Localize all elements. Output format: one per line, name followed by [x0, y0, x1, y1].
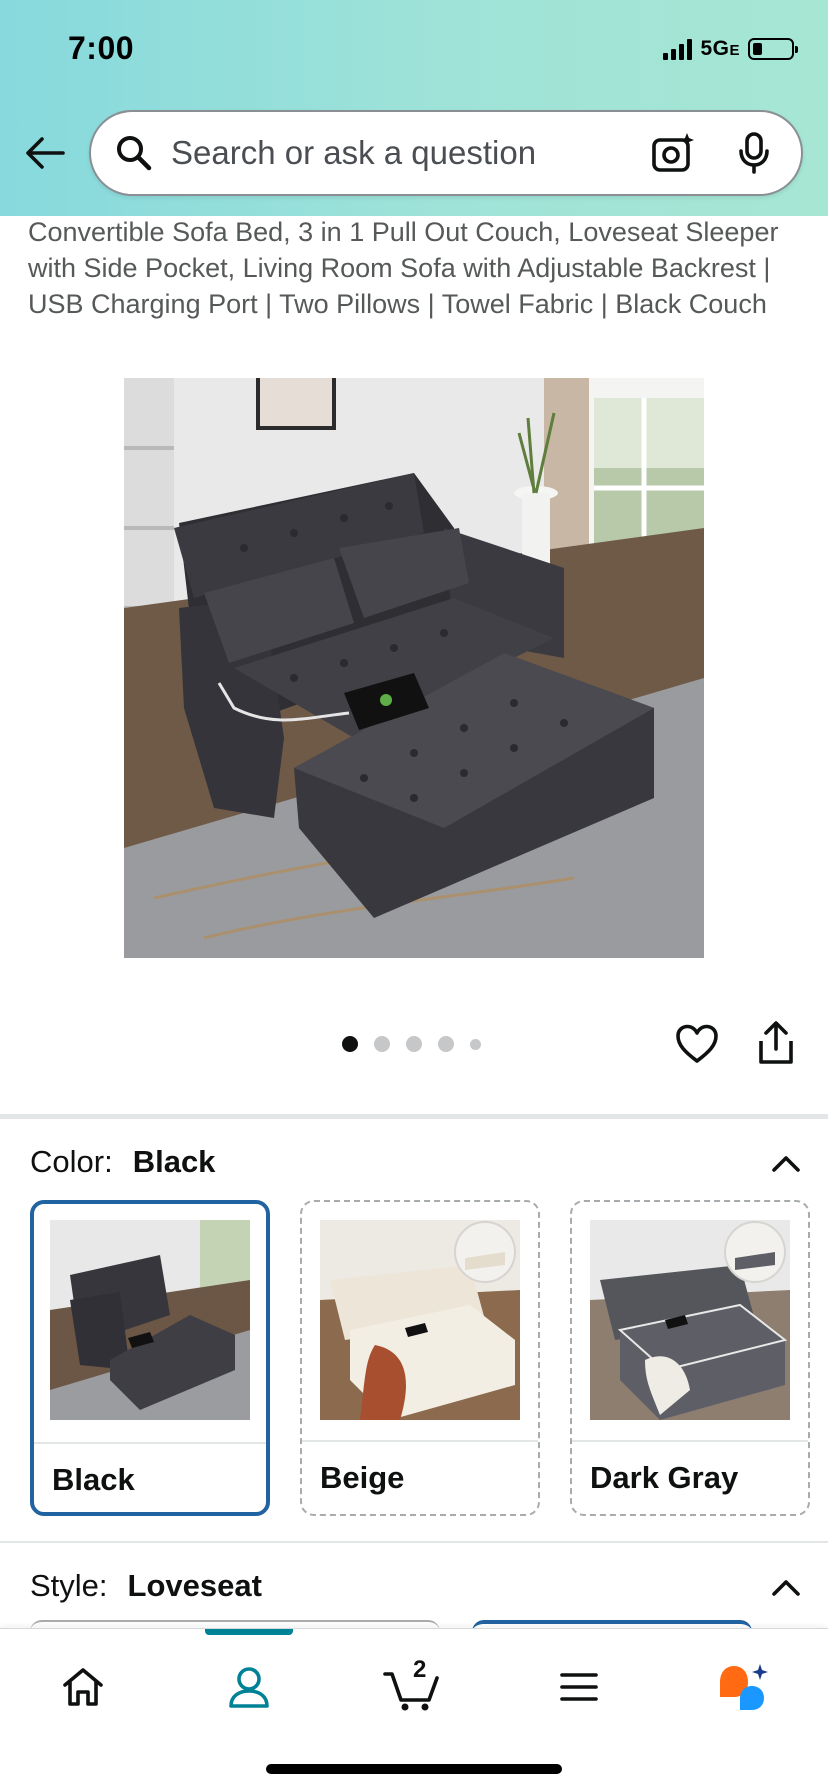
- chevron-up-icon: [772, 1580, 800, 1596]
- back-arrow-icon: [26, 137, 65, 169]
- color-option-black[interactable]: Black: [30, 1200, 270, 1516]
- nav-rufus[interactable]: [708, 1657, 778, 1717]
- color-option-label: Dark Gray: [590, 1460, 739, 1495]
- signal-icon: [663, 38, 693, 60]
- network-label: 5GE: [700, 37, 740, 60]
- nav-account[interactable]: [214, 1657, 284, 1717]
- color-thumbnail-black: [50, 1220, 250, 1420]
- cart-count-badge: 2: [413, 1656, 427, 1683]
- voice-search-button[interactable]: [737, 132, 771, 174]
- status-indicators: 5GE: [663, 36, 798, 62]
- back-button[interactable]: [22, 130, 68, 176]
- nav-menu[interactable]: [544, 1657, 614, 1717]
- heart-icon: [676, 1024, 718, 1063]
- color-option-label: Beige: [320, 1460, 405, 1495]
- product-image[interactable]: [124, 378, 704, 958]
- style-label: Style:: [30, 1568, 108, 1603]
- style-selected-value: Loveseat: [127, 1568, 262, 1603]
- color-selected-value: Black: [132, 1144, 216, 1179]
- pager-dot-active: [342, 1036, 358, 1052]
- status-time: 7:00: [68, 30, 135, 66]
- search-input[interactable]: [171, 134, 651, 172]
- pager-dot: [470, 1038, 481, 1050]
- header: 7:00 5GE: [0, 0, 828, 216]
- color-thumbnail-dark-gray: [590, 1220, 790, 1420]
- share-button[interactable]: [754, 1018, 798, 1068]
- camera-search-button[interactable]: [651, 132, 695, 174]
- image-pager[interactable]: [342, 1036, 481, 1052]
- collapse-color-button[interactable]: [766, 1144, 806, 1184]
- active-tab-indicator: [205, 1629, 293, 1635]
- color-option-label: Black: [52, 1462, 135, 1497]
- nav-home[interactable]: [48, 1657, 118, 1717]
- swatch-separator: [302, 1440, 538, 1442]
- battery-icon: [748, 38, 798, 60]
- home-icon: [63, 1668, 103, 1706]
- section-divider: [0, 1541, 828, 1543]
- search-icon: [117, 136, 152, 171]
- chevron-up-icon: [772, 1156, 800, 1172]
- pager-dot: [406, 1036, 422, 1052]
- color-option-dark-gray[interactable]: Dark Gray: [570, 1200, 810, 1516]
- account-icon: [229, 1667, 269, 1708]
- share-icon: [759, 1021, 793, 1064]
- sofa-bed-photo: [124, 378, 704, 958]
- pager-dot: [438, 1036, 454, 1052]
- color-label: Color:: [30, 1144, 113, 1179]
- swatch-separator: [572, 1440, 808, 1442]
- menu-icon: [560, 1673, 598, 1701]
- color-selector-header[interactable]: Color: Black: [30, 1144, 800, 1180]
- microphone-icon: [739, 132, 769, 174]
- camera-sparkle-icon: [652, 133, 694, 172]
- nav-cart[interactable]: 2: [378, 1656, 448, 1717]
- collapse-style-button[interactable]: [766, 1568, 806, 1608]
- search-bar[interactable]: [89, 110, 803, 196]
- add-to-wishlist-button[interactable]: [672, 1020, 722, 1068]
- section-divider: [0, 1114, 828, 1119]
- home-indicator: [266, 1764, 562, 1774]
- swatch-separator: [34, 1442, 266, 1444]
- style-selector-header[interactable]: Style: Loveseat: [30, 1568, 800, 1604]
- rufus-icon: [720, 1664, 768, 1710]
- color-option-beige[interactable]: Beige: [300, 1200, 540, 1516]
- product-title[interactable]: Convertible Sofa Bed, 3 in 1 Pull Out Co…: [28, 214, 808, 322]
- color-thumbnail-beige: [320, 1220, 520, 1420]
- pager-dot: [374, 1036, 390, 1052]
